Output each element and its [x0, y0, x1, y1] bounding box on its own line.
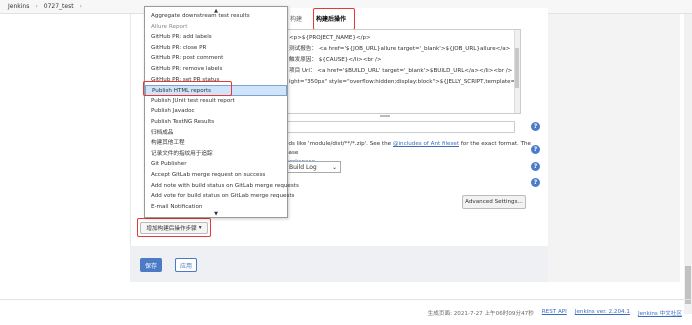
selected-item-highlight-box	[143, 81, 232, 96]
dropdown-item[interactable]: Git Publisher	[145, 159, 287, 170]
help-icon[interactable]: ?	[531, 162, 540, 171]
rest-api-link[interactable]: REST API	[542, 309, 567, 317]
page-scrollbar[interactable]	[684, 14, 692, 314]
chevron-down-icon: ⌄	[331, 163, 337, 171]
code-line: 触发原因： ${CAUSE}</li><br />	[289, 57, 382, 63]
breadcrumb-separator: ›	[35, 3, 38, 10]
breadcrumb-job[interactable]: 0727_test	[44, 3, 74, 10]
select-value: Build Log	[289, 163, 317, 171]
help-icon[interactable]: ?	[531, 145, 540, 154]
scroll-down-arrow-icon[interactable]: ▼	[145, 210, 287, 217]
dropdown-item[interactable]: GitHub PR: post comment	[145, 53, 287, 64]
dropdown-item[interactable]: Publish Javadoc	[145, 106, 287, 117]
right-gray-area	[548, 14, 680, 282]
dropdown-item[interactable]: Publish JUnit test result report	[145, 96, 287, 107]
advanced-settings-button[interactable]: Advanced Settings...	[462, 195, 526, 209]
dropdown-item[interactable]: Allure Report	[145, 22, 287, 33]
breadcrumb-jenkins[interactable]: Jenkins	[8, 3, 29, 10]
dropdown-item[interactable]: Aggregate downstream test results	[145, 11, 287, 22]
dropdown-item[interactable]: GitHub PR: remove labels	[145, 64, 287, 75]
desc-text: eds like 'module/dist/**/*.zip'. See the	[285, 141, 393, 147]
textarea-resize-handle[interactable]	[380, 115, 390, 117]
breadcrumb-separator: ›	[79, 3, 82, 10]
help-icon[interactable]: ?	[531, 122, 540, 131]
footer: 生成页面: 2021-7-27 上午06时09分47秒 REST API Jen…	[428, 309, 682, 317]
dropdown-item[interactable]: Publish TestNG Results	[145, 117, 287, 128]
add-step-highlight-box	[137, 218, 211, 237]
code-line: 测试报告： <a href='${JOB_URL}allure target='…	[289, 46, 511, 52]
tab-build[interactable]: 构建	[288, 12, 304, 25]
ant-fileset-link[interactable]: @includes of Ant fileset	[393, 141, 459, 147]
apply-button[interactable]: 应用	[175, 258, 197, 272]
attachments-input[interactable]	[285, 121, 515, 133]
dropdown-item[interactable]: Add note with build status on GitLab mer…	[145, 181, 299, 192]
email-content-textarea[interactable]: <p>${PROJECT_NAME}</p> 测试报告： <a href='${…	[285, 29, 521, 114]
scroll-thumb[interactable]	[515, 48, 519, 88]
code-line: ight="350px" style="overflow:hidden;disp…	[289, 79, 521, 85]
textarea-scrollbar[interactable]	[514, 30, 520, 113]
dropdown-item[interactable]: GitHub PR: add labels	[145, 32, 287, 43]
save-button[interactable]: 保存	[140, 258, 162, 272]
dropdown-item[interactable]: GitHub PR: close PR	[145, 43, 287, 54]
code-line: <p>${PROJECT_NAME}</p>	[289, 35, 371, 41]
jenkins-community-link[interactable]: Jenkins 中文社区	[638, 309, 682, 317]
dropdown-item[interactable]: 记录文件的指纹用于追踪	[145, 149, 287, 160]
post-build-step-dropdown[interactable]: ▲ Aggregate downstream test results Allu…	[144, 6, 299, 218]
page-border	[130, 14, 131, 282]
dropdown-item[interactable]: 归档成品	[145, 128, 287, 139]
generated-time: 生成页面: 2021-7-27 上午06时09分47秒	[427, 311, 534, 317]
tab-highlight-box	[313, 8, 355, 30]
dropdown-item[interactable]: 构建其他工程	[145, 138, 287, 149]
footer-divider	[0, 299, 692, 300]
jenkins-version-link[interactable]: Jenkins ver. 2.204.1	[575, 309, 630, 317]
dropdown-item[interactable]: Add vote for build status on GitLab merg…	[145, 191, 294, 202]
dropdown-item[interactable]: Accept GitLab merge request on success	[145, 170, 287, 181]
attach-build-log-select[interactable]: Build Log ⌄	[285, 161, 341, 173]
code-line: 项目 Url： <a href='$BUILD_URL' target='_bl…	[289, 68, 513, 74]
help-icon[interactable]: ?	[531, 178, 540, 187]
